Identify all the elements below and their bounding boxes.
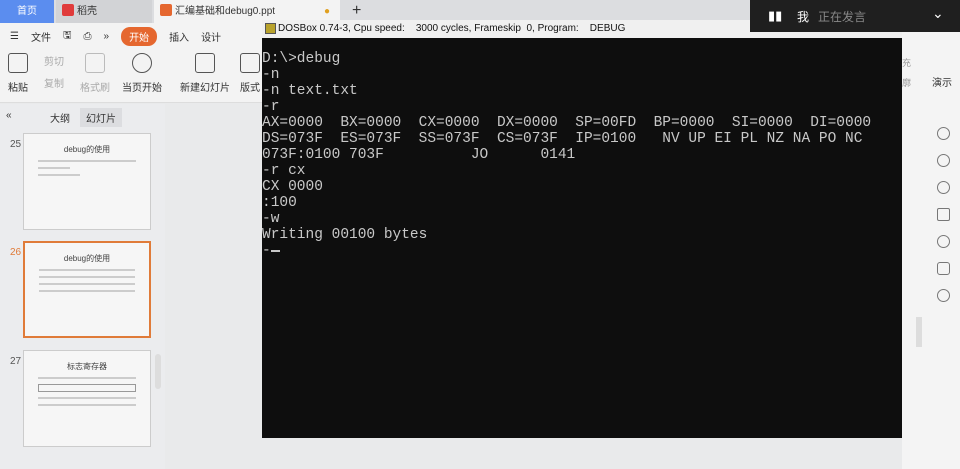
terminal-line: CX 0000 — [262, 179, 323, 195]
label: 版式 — [240, 83, 260, 94]
tab-start[interactable]: 开始 — [121, 26, 158, 46]
slide-thumbnail[interactable]: 标志寄存器 — [23, 350, 151, 447]
fill-label[interactable]: 充 — [902, 56, 911, 69]
scrollbar[interactable] — [916, 317, 922, 347]
tab-slides[interactable]: 幻灯片 — [80, 108, 122, 127]
more-icon[interactable]: » — [104, 31, 110, 42]
rocket-icon[interactable] — [937, 127, 950, 140]
label: 当页开始 — [122, 83, 162, 94]
terminal-line: -r — [262, 99, 280, 115]
terminal-line: D:\>debug — [262, 51, 341, 67]
layout-icon — [240, 53, 260, 73]
dosbox-window[interactable]: DOSBox 0.74-3, Cpu speed: 3000 cycles, F… — [262, 20, 902, 438]
menu-icon[interactable]: ☰ — [10, 31, 19, 42]
share-icon[interactable] — [937, 262, 950, 275]
tab-insert[interactable]: 插入 — [169, 29, 189, 44]
presentation-button[interactable]: 演示 — [932, 74, 952, 89]
slide-panel: « 大纲 幻灯片 25 debug的使用 26 debug的使用 27 标志寄存… — [0, 104, 165, 469]
terminal-line: -r cx — [262, 163, 306, 179]
slide-thumbnail[interactable]: debug的使用 — [23, 133, 151, 230]
slide-title: debug的使用 — [63, 145, 111, 154]
terminal-line: :100 — [262, 195, 297, 211]
tab-home[interactable]: 首页 — [0, 0, 54, 23]
print-icon[interactable]: ⎙ — [84, 31, 92, 42]
menu-file[interactable]: 文件 — [31, 29, 51, 44]
terminal-line: - — [262, 243, 902, 259]
right-sidebar: 演示 充 廓 — [902, 32, 960, 469]
slide-title: debug的使用 — [63, 254, 111, 263]
collapse-button[interactable]: « — [6, 110, 12, 121]
label: 剪切 — [44, 57, 64, 68]
terminal-line: -n text.txt — [262, 83, 358, 99]
brush-icon — [85, 53, 105, 73]
new-slide-button[interactable]: 新建幻灯片 — [180, 53, 230, 94]
format-painter-button[interactable]: 格式刷 — [80, 53, 110, 94]
outline-label[interactable]: 廓 — [902, 76, 911, 89]
label: 格式刷 — [80, 83, 110, 94]
terminal-line: Writing 00100 bytes — [262, 227, 428, 243]
play-from-current-button[interactable]: 当页开始 — [122, 53, 162, 94]
help-icon[interactable] — [937, 235, 950, 248]
label: 粘贴 — [8, 83, 28, 94]
scrollbar[interactable] — [155, 354, 161, 389]
label: 新建幻灯片 — [180, 83, 230, 94]
ppt-icon — [160, 4, 172, 16]
settings-slider-icon[interactable] — [937, 154, 950, 167]
tab-design[interactable]: 设计 — [201, 29, 221, 44]
label: 复制 — [44, 79, 64, 90]
layout-button[interactable]: 版式 — [240, 53, 260, 94]
speaking-status: 正在发言 — [818, 10, 867, 24]
slide-number: 25 — [10, 139, 22, 150]
paste-button[interactable]: 粘贴 — [8, 53, 28, 94]
tab-label: 汇编基础和debug0.ppt — [175, 6, 276, 17]
slide-title: 标志寄存器 — [67, 362, 107, 371]
terminal-line: DS=073F ES=073F SS=073F CS=073F IP=0100 … — [262, 131, 863, 147]
paste-icon — [8, 53, 28, 73]
tab-outline[interactable]: 大纲 — [50, 110, 70, 125]
save-icon[interactable]: 🖫 — [63, 28, 72, 45]
dosbox-icon — [265, 23, 276, 34]
text-cursor — [270, 250, 280, 252]
terminal-line: -w — [262, 211, 280, 227]
transition-icon[interactable] — [937, 208, 950, 221]
shield-icon[interactable] — [937, 289, 950, 302]
new-slide-icon — [195, 53, 215, 73]
speaker-name: 我 — [797, 10, 810, 24]
play-icon — [132, 53, 152, 73]
terminal-line: -n — [262, 67, 280, 83]
terminal-line: 073F:0100 703F JO 0141 — [262, 147, 576, 163]
copy-button[interactable]: 复制 — [44, 75, 64, 90]
terminal-output[interactable]: D:\>debug -n -n text.txt -r AX=0000 BX=0000 … — [262, 38, 902, 259]
slide-number: 27 — [10, 356, 22, 367]
slide-number: 26 — [10, 247, 22, 258]
terminal-line: AX=0000 BX=0000 CX=0000 DX=0000 SP=00FD … — [262, 115, 872, 131]
audio-level-icon: ▮▮ — [768, 8, 783, 23]
tab-label: 稻壳 — [77, 6, 97, 17]
meeting-speaker-bar: ▮▮ 我 正在发言 ⌄ — [750, 0, 960, 32]
daoke-logo-icon — [62, 4, 74, 16]
slide-thumbnail-selected[interactable]: debug的使用 — [23, 241, 151, 338]
cut-button[interactable]: 剪切 — [44, 53, 64, 68]
star-icon[interactable] — [937, 181, 950, 194]
window-title: DOSBox 0.74-3, Cpu speed: 3000 cycles, F… — [278, 23, 626, 34]
chevron-down-icon[interactable]: ⌄ — [932, 5, 944, 22]
tab-daoke[interactable]: 稻壳 — [56, 0, 152, 23]
